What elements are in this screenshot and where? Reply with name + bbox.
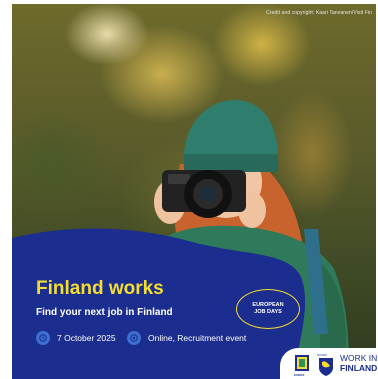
person-with-camera-illustration (112, 100, 349, 379)
event-date: 7 October 2025 (36, 330, 116, 346)
finnish-crest-icon (319, 358, 333, 376)
calendar-icon (36, 331, 50, 345)
work-in-finland-logo: WORK IN FINLAND (340, 353, 378, 374)
event-type: Online, Recruitment event (127, 330, 246, 346)
partner-logos: EURES SUOMI WORK IN FINLAND (280, 348, 378, 379)
photographer-photo: Credit and copyright: Kaari Tanvanen/Vis… (12, 4, 376, 379)
work-in-text: WORK IN (340, 353, 378, 363)
eures-label: EURES (294, 373, 305, 377)
banner-title: Finland works (36, 278, 164, 299)
banner-subtitle: Find your next job in Finland (36, 307, 173, 318)
photo-credit: Credit and copyright: Kaari Tanvanen/Vis… (266, 10, 372, 16)
badge-line-1: EUROPEAN (252, 302, 284, 308)
event-banner: Credit and copyright: Kaari Tanvanen/Vis… (0, 0, 378, 379)
location-icon (127, 331, 141, 345)
suomi-label: SUOMI (317, 353, 327, 357)
badge-line-2: JOB DAYS (254, 309, 282, 315)
european-job-days-badge: EUROPEAN JOB DAYS (236, 289, 300, 329)
event-date-text: 7 October 2025 (57, 333, 116, 343)
finland-text: FINLAND (340, 363, 378, 373)
event-type-text: Online, Recruitment event (148, 333, 247, 343)
eures-logo-icon (295, 355, 309, 371)
